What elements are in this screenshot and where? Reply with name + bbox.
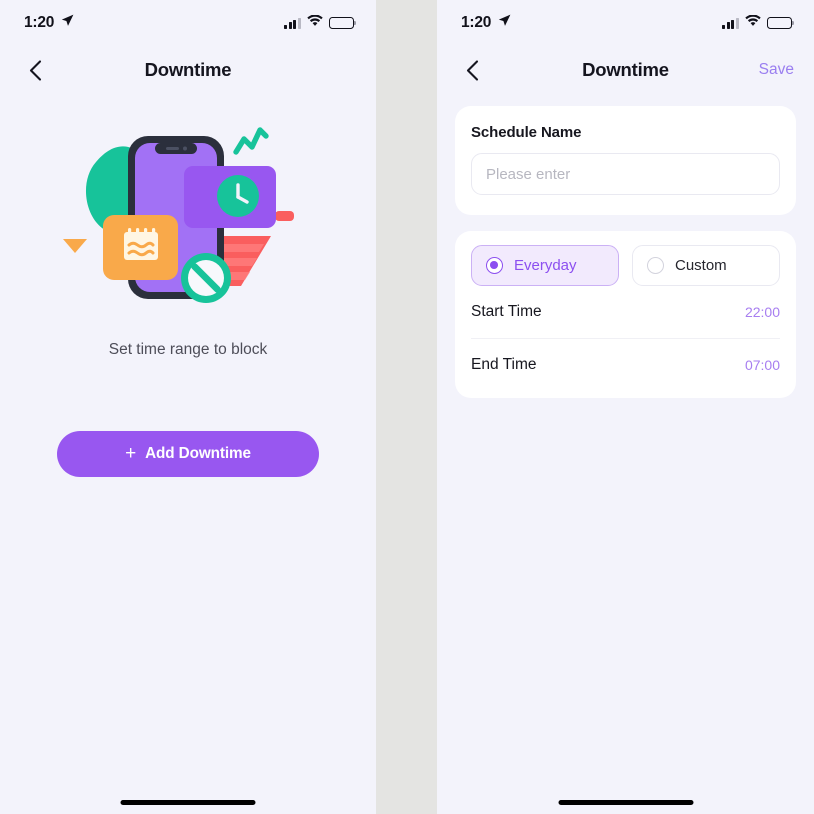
end-time-value: 07:00 <box>744 356 780 373</box>
nav-bar-left: Downtime <box>0 46 376 94</box>
location-arrow-icon <box>61 14 74 32</box>
cellular-signal-icon <box>284 17 301 29</box>
status-time: 1:20 <box>461 14 492 31</box>
end-time-row[interactable]: End Time 07:00 <box>471 338 780 390</box>
home-indicator-right[interactable] <box>558 800 693 805</box>
save-button[interactable]: Save <box>757 57 796 83</box>
status-bar-left: 1:20 <box>0 0 376 46</box>
status-bar-right: 1:20 <box>437 0 814 46</box>
schedule-settings-card: Everyday Custom Start Time 22:00 End Tim… <box>455 231 796 398</box>
downtime-form: Schedule Name Everyday Custom Start Time <box>437 94 814 398</box>
location-arrow-icon <box>498 14 511 32</box>
radio-unselected-icon <box>647 257 664 274</box>
right-phone-screen: 1:20 Downtime Save Schedule Name Please … <box>437 0 814 814</box>
nav-bar-right: Downtime Save <box>437 46 814 94</box>
add-downtime-button[interactable]: + Add Downtime <box>57 431 319 477</box>
start-time-label: Start Time <box>471 303 542 320</box>
schedule-name-input[interactable] <box>471 153 780 195</box>
battery-full-icon <box>767 17 795 29</box>
empty-state-body: Set time range to block + Add Downtime <box>0 94 376 477</box>
add-downtime-label: Add Downtime <box>145 445 251 462</box>
battery-full-icon <box>329 17 357 29</box>
schedule-name-card: Schedule Name <box>455 106 796 215</box>
back-button[interactable] <box>18 53 52 87</box>
repeat-mode-everyday-label: Everyday <box>514 257 577 274</box>
page-title: Downtime <box>144 59 232 80</box>
left-phone-screen: 1:20 Downtime Set time range to block + … <box>0 0 376 814</box>
radio-selected-icon <box>486 257 503 274</box>
dual-screen-stage: 1:20 Downtime Set time range to block + … <box>0 0 814 814</box>
repeat-mode-segmented-control: Everyday Custom <box>471 245 780 286</box>
back-button[interactable] <box>455 53 489 87</box>
status-bar-right-group <box>722 14 795 32</box>
status-bar-left-group: 1:20 <box>24 14 74 32</box>
status-time: 1:20 <box>24 14 55 31</box>
screen-divider <box>376 0 437 814</box>
cellular-signal-icon <box>722 17 739 29</box>
downtime-empty-state-illustration <box>63 127 294 303</box>
status-bar-right-group <box>284 14 357 32</box>
start-time-row[interactable]: Start Time 22:00 <box>471 286 780 338</box>
start-time-value: 22:00 <box>744 304 780 320</box>
chevron-left-icon <box>29 59 41 81</box>
wifi-icon <box>307 14 323 32</box>
repeat-mode-custom-label: Custom <box>675 257 727 274</box>
repeat-mode-everyday[interactable]: Everyday <box>471 245 619 286</box>
end-time-label: End Time <box>471 355 537 373</box>
wifi-icon <box>745 14 761 32</box>
chevron-left-icon <box>466 59 478 81</box>
plus-icon: + <box>125 443 137 464</box>
home-indicator-left[interactable] <box>120 800 256 805</box>
status-bar-left-group: 1:20 <box>461 14 511 32</box>
empty-state-caption: Set time range to block <box>108 341 268 358</box>
schedule-name-label: Schedule Name <box>471 124 582 141</box>
repeat-mode-custom[interactable]: Custom <box>632 245 780 286</box>
